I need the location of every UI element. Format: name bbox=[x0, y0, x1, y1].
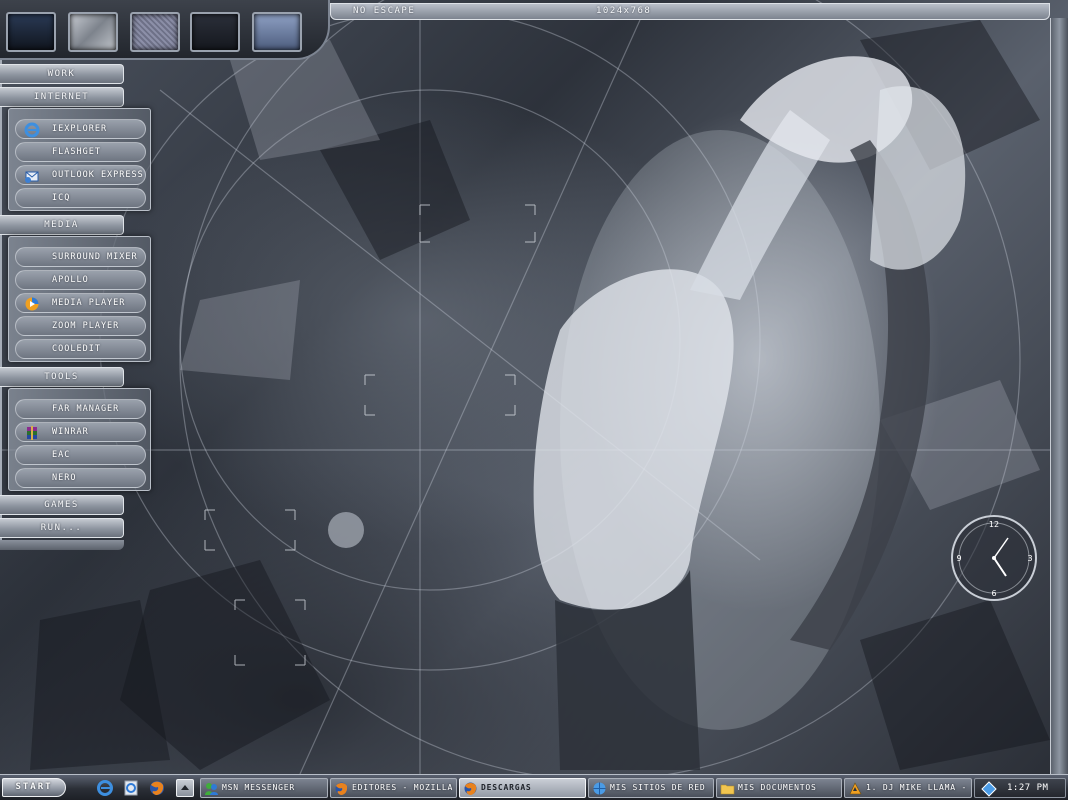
launch-flashget[interactable]: FLASHGET bbox=[15, 142, 146, 162]
folder-icon bbox=[720, 784, 735, 795]
launch-surround-mixer[interactable]: SURROUND MIXER bbox=[15, 247, 146, 267]
category-run-label: RUN... bbox=[40, 523, 83, 533]
launch-winrar[interactable]: WINRAR bbox=[15, 422, 146, 442]
launch-eac[interactable]: EAC bbox=[15, 445, 146, 465]
network-places-icon bbox=[593, 782, 606, 795]
category-media-label: MEDIA bbox=[44, 220, 79, 230]
winrar-icon bbox=[27, 426, 37, 440]
start-button[interactable]: START bbox=[2, 778, 66, 797]
launch-cooledit[interactable]: COOLEDIT bbox=[15, 339, 146, 359]
launch-far-manager-label: FAR MANAGER bbox=[52, 404, 120, 414]
quicklaunch-firefox-icon[interactable] bbox=[148, 779, 166, 797]
taskbar: START MSN MESSENGER EDITORES - MOZILLA .… bbox=[0, 774, 1068, 800]
media-player-icon bbox=[25, 297, 39, 311]
launch-cooledit-label: COOLEDIT bbox=[52, 344, 101, 354]
screen-resolution: 1024x768 bbox=[596, 6, 652, 16]
clock-numeral-3: 3 bbox=[1027, 554, 1032, 563]
launch-far-manager[interactable]: FAR MANAGER bbox=[15, 399, 146, 419]
task-editores-mozilla-label: EDITORES - MOZILLA ... bbox=[352, 783, 453, 792]
launch-media-player[interactable]: MEDIA PLAYER bbox=[15, 293, 146, 313]
desktop-analog-clock: 12 3 6 9 bbox=[951, 515, 1037, 601]
task-descargas[interactable]: DESCARGAS bbox=[459, 778, 586, 798]
category-work[interactable]: WORK bbox=[0, 64, 124, 84]
workspace-thumb-4[interactable] bbox=[190, 12, 240, 52]
workspace-thumb-2[interactable] bbox=[68, 12, 118, 52]
launch-apollo[interactable]: APOLLO bbox=[15, 270, 146, 290]
tray-clock[interactable]: 1:27 PM bbox=[1007, 783, 1048, 793]
task-winamp-label: 1. DJ MIKE LLAMA - L... bbox=[866, 783, 968, 792]
launcher-rail bbox=[0, 60, 2, 550]
start-button-label: START bbox=[15, 782, 53, 792]
task-descargas-label: DESCARGAS bbox=[481, 783, 532, 792]
quicklaunch-expand-button[interactable] bbox=[176, 779, 194, 797]
desktop-wallpaper bbox=[0, 0, 1068, 774]
launch-nero-label: NERO bbox=[52, 473, 77, 483]
launch-iexplorer[interactable]: IEXPLORER bbox=[15, 119, 146, 139]
workspace-switcher bbox=[0, 0, 330, 60]
category-internet[interactable]: INTERNET bbox=[0, 87, 124, 107]
task-editores-mozilla[interactable]: EDITORES - MOZILLA ... bbox=[330, 778, 457, 798]
msn-messenger-icon bbox=[205, 783, 218, 795]
right-edge-rail bbox=[1050, 18, 1068, 774]
category-work-label: WORK bbox=[47, 69, 76, 79]
tools-group: FAR MANAGER WINRAR EAC NERO bbox=[8, 388, 151, 491]
category-internet-label: INTERNET bbox=[33, 92, 90, 102]
launch-iexplorer-label: IEXPLORER bbox=[52, 124, 108, 134]
launch-flashget-label: FLASHGET bbox=[52, 147, 101, 157]
category-run[interactable]: RUN... bbox=[0, 518, 124, 538]
launcher-footer bbox=[0, 540, 124, 550]
category-media[interactable]: MEDIA bbox=[0, 215, 124, 235]
task-msn-messenger[interactable]: MSN MESSENGER bbox=[200, 778, 328, 798]
launch-apollo-label: APOLLO bbox=[52, 275, 89, 285]
quicklaunch-ie-page-icon[interactable] bbox=[122, 779, 140, 797]
outlook-express-icon bbox=[25, 171, 39, 183]
wallpaper-artwork bbox=[0, 0, 1050, 774]
arrow-up-icon bbox=[181, 785, 189, 790]
launch-outlook-express[interactable]: OUTLOOK EXPRESS bbox=[15, 165, 146, 185]
firefox-icon bbox=[464, 782, 477, 795]
launch-media-player-label: MEDIA PLAYER bbox=[52, 298, 126, 308]
category-games-label: GAMES bbox=[44, 500, 79, 510]
launch-eac-label: EAC bbox=[52, 450, 71, 460]
quicklaunch-internet-explorer-icon[interactable] bbox=[96, 779, 114, 797]
category-tools-label: TOOLS bbox=[44, 372, 79, 382]
launch-surround-mixer-label: SURROUND MIXER bbox=[52, 252, 138, 262]
workspace-thumb-5[interactable] bbox=[252, 12, 302, 52]
theme-name: NO ESCAPE bbox=[353, 6, 416, 16]
launch-nero[interactable]: NERO bbox=[15, 468, 146, 488]
theme-title-strip: NO ESCAPE 1024x768 bbox=[330, 3, 1050, 20]
category-games[interactable]: GAMES bbox=[0, 495, 124, 515]
launch-outlook-express-label: OUTLOOK EXPRESS bbox=[52, 170, 144, 180]
launch-icq[interactable]: ICQ bbox=[15, 188, 146, 208]
clock-numeral-9: 9 bbox=[956, 554, 961, 563]
task-winamp[interactable]: 1. DJ MIKE LLAMA - L... bbox=[844, 778, 972, 798]
category-tools[interactable]: TOOLS bbox=[0, 367, 124, 387]
task-mis-sitios-de-red[interactable]: MIS SITIOS DE RED bbox=[588, 778, 714, 798]
workspace-thumb-3[interactable] bbox=[130, 12, 180, 52]
launch-winrar-label: WINRAR bbox=[52, 427, 89, 437]
clock-numeral-6: 6 bbox=[991, 589, 996, 598]
firefox-icon bbox=[335, 782, 348, 795]
task-msn-messenger-label: MSN MESSENGER bbox=[222, 783, 296, 792]
tray-diamond-icon[interactable] bbox=[981, 781, 997, 797]
winamp-icon bbox=[849, 782, 862, 795]
internet-group: IEXPLORER FLASHGET OUTLOOK EXPRESS ICQ bbox=[8, 108, 151, 211]
workspace-thumb-1[interactable] bbox=[6, 12, 56, 52]
launch-icq-label: ICQ bbox=[52, 193, 71, 203]
launch-zoom-player-label: ZOOM PLAYER bbox=[52, 321, 120, 331]
task-mis-sitios-de-red-label: MIS SITIOS DE RED bbox=[610, 783, 706, 792]
internet-explorer-icon bbox=[24, 122, 40, 138]
task-mis-documentos[interactable]: MIS DOCUMENTOS bbox=[716, 778, 842, 798]
clock-numeral-12: 12 bbox=[989, 520, 999, 529]
media-group: SURROUND MIXER APOLLO MEDIA PLAYER ZOOM … bbox=[8, 236, 151, 362]
system-tray: 1:27 PM bbox=[974, 778, 1066, 798]
task-mis-documentos-label: MIS DOCUMENTOS bbox=[738, 783, 817, 792]
launch-zoom-player[interactable]: ZOOM PLAYER bbox=[15, 316, 146, 336]
